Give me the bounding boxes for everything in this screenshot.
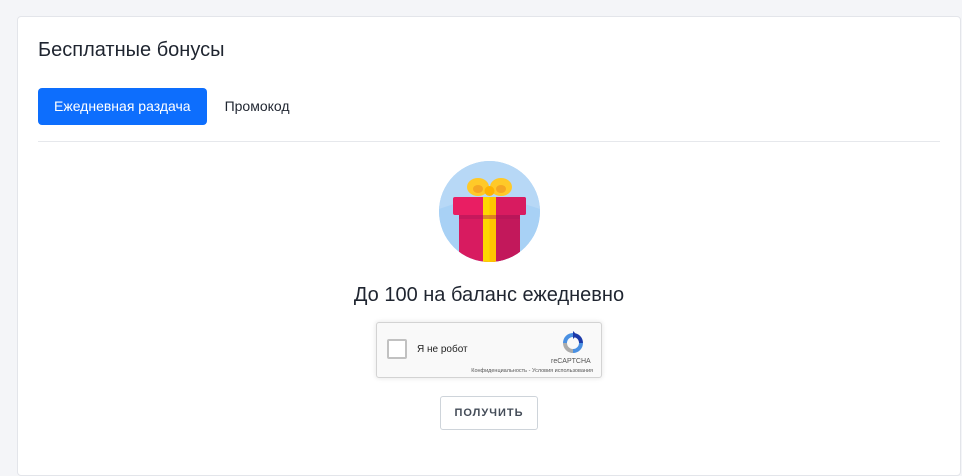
tab-bar: Ежедневная раздача Промокод: [38, 88, 306, 125]
recaptcha-brand: reCAPTCHA: [551, 358, 591, 365]
tab-promocode[interactable]: Промокод: [209, 88, 306, 125]
recaptcha-logo-icon: [563, 331, 583, 353]
get-bonus-button[interactable]: ПОЛУЧИТЬ: [440, 396, 538, 430]
recaptcha-terms-link[interactable]: Условия использования: [532, 368, 593, 374]
gift-icon: [439, 161, 540, 262]
recaptcha-privacy-link[interactable]: Конфиденциальность: [471, 368, 527, 374]
tab-divider: [38, 141, 940, 142]
recaptcha-links: Конфиденциальность - Условия использован…: [471, 368, 593, 374]
bonus-card: Бесплатные бонусы Ежедневная раздача Про…: [17, 16, 961, 476]
recaptcha-links-separator: -: [528, 368, 531, 374]
card-title: Бесплатные бонусы: [38, 39, 225, 61]
recaptcha-checkbox[interactable]: [387, 339, 407, 359]
recaptcha-widget: Я не робот reCAPTCHA Конфиденциальность …: [376, 322, 602, 378]
reward-headline: До 100 на баланс ежедневно: [353, 284, 625, 306]
recaptcha-label: Я не робот: [417, 344, 468, 355]
tab-daily-giveaway[interactable]: Ежедневная раздача: [38, 88, 207, 125]
